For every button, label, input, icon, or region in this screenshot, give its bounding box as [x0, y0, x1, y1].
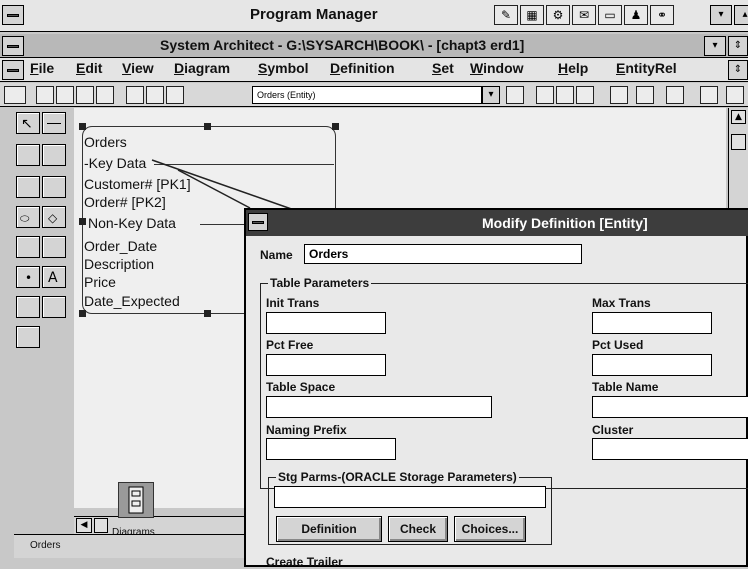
cluster-field[interactable]	[592, 438, 748, 460]
pct-free-field[interactable]	[266, 354, 386, 376]
init-trans-label: Init Trans	[266, 296, 320, 310]
horizontal-scrollbar[interactable]: ◀	[74, 516, 246, 534]
pct-free-label: Pct Free	[266, 338, 314, 352]
diagrams-icon[interactable]	[118, 482, 154, 518]
pct-used-field[interactable]	[592, 354, 712, 376]
dialog-title: Modify Definition [Entity]	[482, 215, 648, 231]
storage-parameters-label: Stg Parms-(ORACLE Storage Parameters)	[276, 470, 519, 484]
choices-button[interactable]: Choices...	[454, 516, 526, 542]
max-trans-field[interactable]	[592, 312, 712, 334]
name-label: Name	[260, 248, 293, 262]
storage-parameters-field[interactable]	[274, 486, 546, 508]
init-trans-field[interactable]	[266, 312, 386, 334]
dialog-control-menu-icon[interactable]	[248, 213, 268, 231]
cluster-label: Cluster	[592, 423, 634, 437]
naming-prefix-field[interactable]	[266, 438, 396, 460]
check-button[interactable]: Check	[388, 516, 448, 542]
table-name-label: Table Name	[592, 380, 659, 394]
table-space-field[interactable]	[266, 396, 492, 418]
definition-button[interactable]: Definition	[276, 516, 382, 542]
pct-used-label: Pct Used	[592, 338, 644, 352]
max-trans-label: Max Trans	[592, 296, 651, 310]
table-parameters-label: Table Parameters	[268, 276, 372, 290]
table-space-label: Table Space	[266, 380, 336, 394]
status-text: Orders	[30, 540, 61, 551]
table-name-field[interactable]	[592, 396, 748, 418]
name-field[interactable]: Orders	[304, 244, 582, 264]
naming-prefix-label: Naming Prefix	[266, 423, 347, 437]
